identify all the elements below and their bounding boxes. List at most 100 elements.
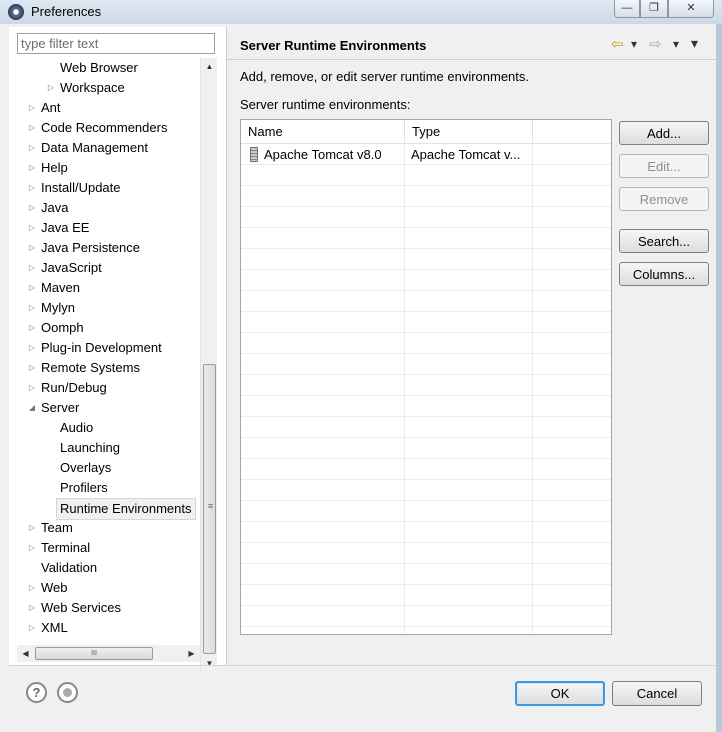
expanded-twisty-icon[interactable]: ◢ — [27, 398, 37, 418]
tree-item-label: Code Recommenders — [41, 120, 168, 135]
server-runtime-icon — [250, 147, 258, 162]
tree-item-label: Remote Systems — [41, 360, 140, 375]
table-row — [241, 417, 611, 438]
maximize-button[interactable]: ❐ — [640, 0, 668, 18]
column-header-type[interactable]: Type — [405, 120, 533, 144]
collapsed-twisty-icon[interactable]: ▷ — [27, 118, 37, 138]
collapsed-twisty-icon[interactable]: ▷ — [27, 138, 37, 158]
collapsed-twisty-icon[interactable]: ▷ — [27, 538, 37, 558]
collapsed-twisty-icon[interactable]: ▷ — [27, 518, 37, 538]
tree-item-label: Web Services — [41, 600, 121, 615]
column-header-name[interactable]: Name — [241, 120, 405, 144]
close-button[interactable]: ✕ — [668, 0, 714, 18]
help-icon[interactable]: ? — [26, 682, 47, 703]
table-header: Name Type — [241, 120, 611, 144]
collapsed-twisty-icon[interactable]: ▷ — [27, 238, 37, 258]
ok-button[interactable]: OK — [515, 681, 605, 706]
header-divider — [227, 59, 720, 60]
preferences-window: Preferences — ❐ ✕ Web Browser ▷ Workspace ▷… — [0, 0, 722, 732]
tree-item-label: Audio — [60, 420, 94, 435]
record-macro-icon[interactable] — [57, 682, 78, 703]
scroll-right-arrow-icon[interactable]: ▶ — [183, 645, 200, 662]
title-bar[interactable]: Preferences — ❐ ✕ — [0, 0, 722, 24]
tree-horizontal-scrollbar[interactable]: ◀ III ▶ — [17, 645, 200, 662]
table-row — [241, 606, 611, 627]
cell-name: Apache Tomcat v8.0 — [264, 147, 382, 162]
remove-button[interactable]: Remove — [619, 187, 709, 211]
table-row — [241, 522, 611, 543]
window-frame-edge — [716, 24, 722, 732]
cancel-button[interactable]: Cancel — [612, 681, 702, 706]
tree-item-label: Mylyn — [41, 300, 75, 315]
view-menu-icon[interactable]: ▾ — [691, 35, 698, 52]
forward-history-dropdown-icon[interactable]: ▾ — [673, 37, 679, 51]
edit-button[interactable]: Edit... — [619, 154, 709, 178]
tree-item-label: Help — [41, 160, 68, 175]
collapsed-twisty-icon[interactable]: ▷ — [27, 278, 37, 298]
search-button[interactable]: Search... — [619, 229, 709, 253]
collapsed-twisty-icon[interactable]: ▷ — [27, 198, 37, 218]
tree-item-label: Java EE — [41, 220, 90, 235]
footer-divider — [9, 665, 720, 666]
table-row — [241, 291, 611, 312]
collapsed-twisty-icon[interactable]: ▷ — [27, 598, 37, 618]
columns-button[interactable]: Columns... — [619, 262, 709, 286]
cell-type: Apache Tomcat v... — [411, 147, 521, 162]
collapsed-twisty-icon[interactable]: ▷ — [27, 98, 37, 118]
tree-item-label: Java Persistence — [41, 240, 140, 255]
collapsed-twisty-icon[interactable]: ▷ — [27, 178, 37, 198]
tree-item-label: Oomph — [41, 320, 84, 335]
tree-item-label: Validation — [41, 560, 98, 575]
collapsed-twisty-icon[interactable]: ▷ — [27, 618, 37, 638]
vertical-scroll-thumb[interactable]: ≡ — [203, 364, 216, 654]
tree-item-label: Data Management — [41, 140, 148, 155]
add-button[interactable]: Add... — [619, 121, 709, 145]
filter-input[interactable] — [17, 33, 215, 54]
tree-item-label: Plug-in Development — [41, 340, 162, 355]
scroll-down-arrow-icon[interactable]: ▼ — [201, 655, 218, 672]
page-description: Add, remove, or edit server runtime envi… — [240, 69, 530, 84]
tree-item-label: Web — [41, 580, 68, 595]
tree-item-label: Web Browser — [60, 60, 138, 75]
table-label: Server runtime environments: — [240, 97, 411, 112]
preference-tree-pane: Web Browser ▷ Workspace ▷ Ant ▷ Code Recommend… — [9, 27, 227, 672]
scroll-left-arrow-icon[interactable]: ◀ — [17, 645, 34, 662]
tree-item-label: Install/Update — [41, 180, 121, 195]
tree-item-label: Server — [41, 400, 80, 415]
collapsed-twisty-icon[interactable]: ▷ — [46, 78, 56, 98]
table-row — [241, 207, 611, 228]
collapsed-twisty-icon[interactable]: ▷ — [27, 378, 37, 398]
table-row — [241, 543, 611, 564]
collapsed-twisty-icon[interactable]: ▷ — [27, 218, 37, 238]
collapsed-twisty-icon[interactable]: ▷ — [27, 338, 37, 358]
table-row — [241, 333, 611, 354]
collapsed-twisty-icon[interactable]: ▷ — [27, 358, 37, 378]
table-row — [241, 270, 611, 291]
collapsed-twisty-icon[interactable]: ▷ — [27, 318, 37, 338]
back-history-dropdown-icon[interactable]: ▾ — [631, 37, 637, 51]
back-arrow-icon[interactable]: ⇦ — [611, 35, 624, 53]
table-row — [241, 228, 611, 249]
table-row — [241, 564, 611, 585]
collapsed-twisty-icon[interactable]: ▷ — [27, 158, 37, 178]
table-row — [241, 396, 611, 417]
tree-item-label: XML — [41, 620, 68, 635]
table-row — [241, 459, 611, 480]
horizontal-scroll-thumb[interactable]: III — [35, 647, 153, 660]
runtime-environments-table[interactable]: Name Type Apache Tomcat v8.0 Apache Tomca… — [240, 119, 612, 635]
tree-item-label: Overlays — [60, 460, 112, 475]
table-row[interactable]: Apache Tomcat v8.0 Apache Tomcat v... — [241, 144, 611, 165]
collapsed-twisty-icon[interactable]: ▷ — [27, 258, 37, 278]
tree-item-label: Ant — [41, 100, 61, 115]
tree-item-label: Team — [41, 520, 73, 535]
tree-item-label: JavaScript — [41, 260, 102, 275]
forward-arrow-icon[interactable]: ⇨ — [649, 35, 662, 53]
table-row — [241, 375, 611, 396]
table-row — [241, 312, 611, 333]
collapsed-twisty-icon[interactable]: ▷ — [27, 298, 37, 318]
minimize-button[interactable]: — — [614, 0, 640, 18]
page-title: Server Runtime Environments — [240, 38, 427, 53]
scroll-up-arrow-icon[interactable]: ▲ — [201, 58, 218, 75]
collapsed-twisty-icon[interactable]: ▷ — [27, 578, 37, 598]
tree-vertical-scrollbar[interactable]: ▲ ≡ ▼ — [200, 58, 217, 672]
